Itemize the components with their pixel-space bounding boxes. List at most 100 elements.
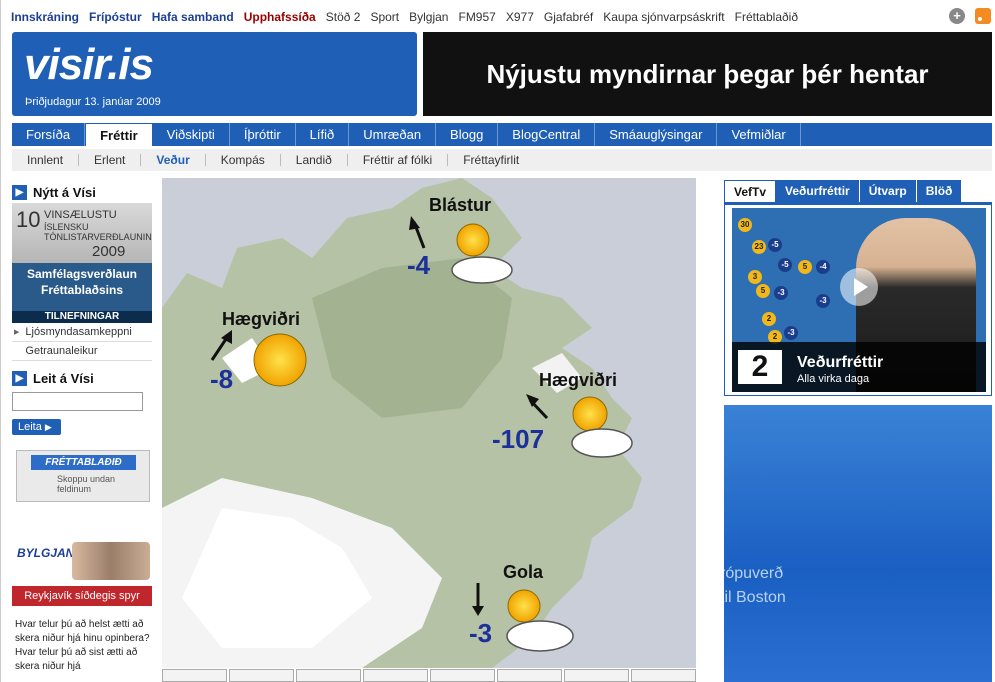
video-weather-marker: 2 <box>762 312 776 326</box>
tv-subscription-link[interactable]: Kaupa sjónvarpsáskrift <box>603 10 724 28</box>
tab-veftv[interactable]: VefTv <box>724 180 777 202</box>
new-on-visir-heading: ▶ Nýtt á Vísi <box>12 181 152 203</box>
weather-temp-gola: -3 <box>469 618 493 648</box>
weather-label-blastur: Blástur <box>429 195 492 215</box>
weather-label-gola: Gola <box>503 562 544 582</box>
fm957-link[interactable]: FM957 <box>458 10 495 28</box>
nav-blogcentral[interactable]: BlogCentral <box>498 123 596 146</box>
gift-card-link[interactable]: Gjafabréf <box>544 10 593 28</box>
bylgjan-logo: BYLGJAN <box>17 546 75 560</box>
media-tabs: VefTv Veðurfréttir Útvarp Blöð <box>724 180 972 202</box>
subnav-erlent[interactable]: Erlent <box>79 154 142 166</box>
video-weather-marker: -5 <box>768 238 782 252</box>
nav-lifid[interactable]: Lífið <box>296 123 350 146</box>
frettabladid-link[interactable]: Fréttablaðið <box>735 10 798 28</box>
promo-line1: VINSÆLUSTU <box>44 209 117 221</box>
promo2-line1: Samfélagsverðlaun <box>26 267 138 281</box>
nav-smaauglysingar[interactable]: Smáauglýsingar <box>595 123 718 146</box>
frettabladid-ad[interactable]: FRÉTTABLAÐIÐ Skoppu undan feldinum <box>16 450 150 502</box>
video-caption: 2 Veðurfréttir Alla virka daga <box>732 342 986 392</box>
community-awards-promo[interactable]: Samfélagsverðlaun Fréttablaðsins <box>12 263 152 311</box>
main-nav: Forsíða Fréttir Viðskipti Íþróttir Lífið… <box>12 123 992 146</box>
forecast-thumb[interactable] <box>430 669 495 682</box>
weather-label-haegvidri-west: Hægviðri <box>222 309 301 329</box>
logo-box[interactable]: visir.is Þriðjudagur 13. janúar 2009 <box>12 32 417 116</box>
photo-contest-link[interactable]: ▶ Ljósmyndasamkeppni <box>12 323 152 342</box>
search-button[interactable]: Leita ▶ <box>12 419 61 435</box>
banner-ad[interactable]: Nýjustu myndirnar þegar þér hentar <box>423 32 992 116</box>
top-links: Innskráning Frípóstur Hafa samband Uppha… <box>11 10 808 28</box>
nav-vefmidlar[interactable]: Vefmiðlar <box>717 123 801 146</box>
nav-vidskipti[interactable]: Viðskipti <box>153 123 230 146</box>
subnav-kompas[interactable]: Kompás <box>206 154 281 166</box>
video-weather-marker: 23 <box>752 240 766 254</box>
free-mail-link[interactable]: Frípóstur <box>89 10 142 28</box>
video-weather-marker: 5 <box>798 260 812 274</box>
weather-temp-haegvidri-west: -8 <box>210 364 234 394</box>
video-weather-marker: -5 <box>778 258 792 272</box>
video-weather-marker: -4 <box>816 260 830 274</box>
tab-utvarp[interactable]: Útvarp <box>859 180 917 202</box>
frettabladid-tagline: Skoppu undan feldinum <box>57 474 116 494</box>
forecast-thumb[interactable] <box>229 669 294 682</box>
forecast-thumb[interactable] <box>564 669 629 682</box>
video-player[interactable]: 30 -5 23 -5 5 -4 3 5 -3 -3 2 -3 2 2 Veðu… <box>732 208 986 392</box>
video-weather-marker: -3 <box>774 286 788 300</box>
quiz-label: Getraunaleikur <box>25 345 98 357</box>
banner-text: Nýjustu myndirnar þegar þér hentar <box>486 58 929 89</box>
travel-ad[interactable]: rópuverð til Boston <box>724 405 992 682</box>
subnav-innlent[interactable]: Innlent <box>12 154 80 166</box>
stod2-link[interactable]: Stöð 2 <box>326 10 361 28</box>
promo-line3: TÓNLISTARVERÐLAUNIN <box>44 232 152 242</box>
search-input[interactable] <box>12 392 143 411</box>
weather-label-haegvidri-east: Hægviðri <box>539 370 618 390</box>
nav-forsida[interactable]: Forsíða <box>12 123 86 146</box>
top-icons: + <box>949 8 991 24</box>
play-icon[interactable] <box>840 268 878 306</box>
x977-link[interactable]: X977 <box>506 10 534 28</box>
bylgjan-link[interactable]: Bylgjan <box>409 10 448 28</box>
bylgjan-ad-bar: Reykjavík síðdegis spyr <box>12 586 152 606</box>
contact-link[interactable]: Hafa samband <box>152 10 234 28</box>
homepage-link[interactable]: Upphafssíða <box>244 10 316 28</box>
tab-blod[interactable]: Blöð <box>916 180 963 202</box>
video-weather-marker: 3 <box>748 270 762 284</box>
video-weather-marker: 30 <box>738 218 752 232</box>
left-column: ▶ Nýtt á Vísi 10 VINSÆLUSTU ÍSLENSKU TÓN… <box>12 181 152 674</box>
forecast-thumb[interactable] <box>296 669 361 682</box>
nav-ithrottir[interactable]: Íþróttir <box>230 123 296 146</box>
quiz-link[interactable]: ▶ Getraunaleikur <box>12 342 152 361</box>
poll-question: Hvar telur þú að helst ætti að skera nið… <box>15 619 150 672</box>
subnav-vedur[interactable]: Veður <box>141 154 206 166</box>
login-link[interactable]: Innskráning <box>11 10 79 28</box>
forecast-thumb[interactable] <box>162 669 227 682</box>
travel-ad-line1: rópuverð <box>724 565 784 582</box>
nominations-label[interactable]: TILNEFNINGAR <box>12 311 152 323</box>
page: Innskráning Frípóstur Hafa samband Uppha… <box>0 0 995 682</box>
frettabladid-logo: FRÉTTABLAÐIÐ <box>31 455 136 470</box>
site-logo: visir.is <box>24 40 154 89</box>
bylgjan-ad[interactable]: BYLGJAN Reykjavík síðdegis spyr <box>12 542 152 606</box>
tab-vedurfrettir[interactable]: Veðurfréttir <box>776 180 860 202</box>
subnav-frettir-af-folki[interactable]: Fréttir af fólki <box>348 154 449 166</box>
nav-blogg[interactable]: Blogg <box>436 123 499 146</box>
forecast-thumbnails <box>162 669 696 682</box>
subnav-frettayfirlit[interactable]: Fréttayfirlit <box>448 154 534 166</box>
nav-umraedan[interactable]: Umræðan <box>349 123 437 146</box>
video-weather-marker: -3 <box>784 326 798 340</box>
nav-frettir[interactable]: Fréttir <box>85 123 153 146</box>
rss-icon[interactable] <box>975 8 991 24</box>
add-icon[interactable]: + <box>949 8 965 24</box>
video-panel: 30 -5 23 -5 5 -4 3 5 -3 -3 2 -3 2 2 Veðu… <box>724 202 992 396</box>
forecast-thumb[interactable] <box>631 669 696 682</box>
travel-ad-line2: til Boston <box>724 589 786 606</box>
forecast-thumb[interactable] <box>497 669 562 682</box>
promo-line2: ÍSLENSKU <box>44 222 89 232</box>
promo2-line2: Fréttablaðsins <box>40 283 124 297</box>
forecast-thumb[interactable] <box>363 669 428 682</box>
music-awards-promo[interactable]: 10 VINSÆLUSTU ÍSLENSKU TÓNLISTARVERÐLAUN… <box>12 203 152 263</box>
arrow-right-icon: ▶ <box>12 184 27 200</box>
video-subtitle: Alla virka daga <box>797 373 870 385</box>
sport-link[interactable]: Sport <box>370 10 399 28</box>
subnav-landid[interactable]: Landið <box>281 154 348 166</box>
